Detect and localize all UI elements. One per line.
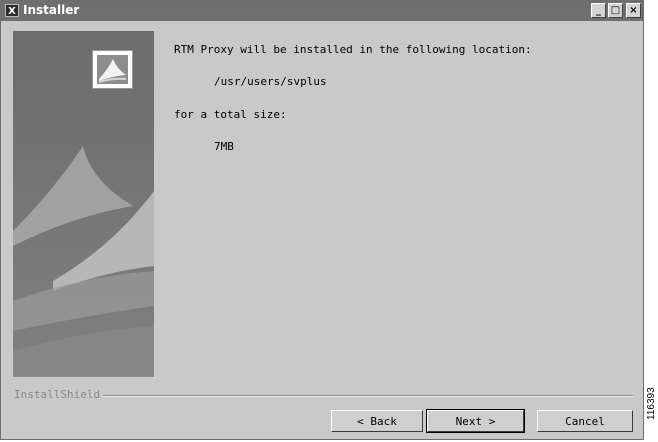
- title-bar[interactable]: X Installer _ □ ×: [1, 1, 643, 21]
- figure-id: 116393: [646, 387, 657, 420]
- next-button[interactable]: Next >: [426, 409, 525, 433]
- close-button[interactable]: ×: [626, 3, 641, 18]
- brand-separator: [96, 395, 633, 397]
- install-location-message: RTM Proxy will be installed in the follo…: [174, 43, 532, 56]
- installer-window: X Installer _ □ × RTM Proxy will be inst…: [0, 0, 644, 440]
- install-path: /usr/users/svplus: [214, 75, 327, 88]
- window-title: Installer: [23, 3, 80, 17]
- app-menu-icon[interactable]: X: [5, 4, 19, 17]
- cancel-button[interactable]: Cancel: [537, 410, 633, 432]
- side-banner-image: [13, 31, 154, 377]
- back-button[interactable]: < Back: [331, 410, 423, 432]
- installshield-logo-icon: [92, 50, 133, 89]
- total-size-value: 7MB: [214, 140, 234, 153]
- minimize-button[interactable]: _: [591, 3, 606, 18]
- installshield-label: InstallShield: [14, 388, 104, 401]
- maximize-button[interactable]: □: [608, 3, 623, 18]
- total-size-label: for a total size:: [174, 108, 287, 121]
